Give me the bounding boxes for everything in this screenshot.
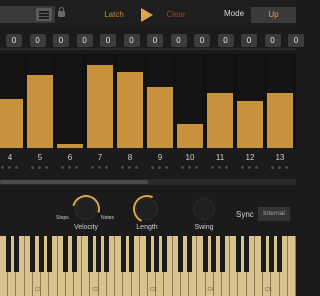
step-bar[interactable] [177,124,203,148]
black-key[interactable] [13,236,19,272]
black-key[interactable] [268,236,274,272]
black-key[interactable] [219,236,225,272]
octave-label: C1 [34,287,42,293]
step-dots[interactable] [61,166,83,170]
black-key[interactable] [129,236,135,272]
velocity-knob[interactable] [66,189,106,229]
black-key[interactable] [153,236,159,272]
step-dots[interactable] [91,166,113,170]
mode-label: Mode [224,9,245,18]
step-dots[interactable] [121,166,143,170]
black-key[interactable] [63,236,69,272]
step-number: 12 [245,153,255,162]
black-key[interactable] [120,236,126,272]
steps-label: Steps [56,215,69,221]
step-dots[interactable] [31,166,53,170]
step-value-box[interactable]: 0 [194,34,210,47]
step-lane[interactable] [57,54,83,148]
length-knob[interactable] [129,191,165,227]
black-key[interactable] [87,236,93,272]
velocity-label: Velocity [73,224,99,231]
step-value-box[interactable]: 0 [288,34,304,47]
step-value-box[interactable]: 0 [147,34,163,47]
black-key[interactable] [178,236,184,272]
black-key[interactable] [203,236,209,272]
black-key[interactable] [71,236,77,272]
step-bar[interactable] [237,101,263,148]
step-number: 4 [7,153,13,162]
play-icon[interactable] [141,8,153,22]
swing-knob[interactable] [193,198,215,220]
step-value-box[interactable]: 0 [76,34,93,47]
step-dots[interactable] [241,166,263,170]
step-bar[interactable] [147,87,173,148]
step-dots[interactable] [181,166,203,170]
divider [0,48,296,50]
octave-label: C2 [92,287,99,293]
step-number: 10 [185,153,195,162]
step-dots[interactable] [211,166,233,170]
step-bar-area[interactable] [0,54,296,148]
step-value-box[interactable]: 0 [100,34,116,47]
step-value-box[interactable]: 0 [6,34,22,47]
piano-keyboard[interactable]: C1 C2 C3 C4 C5 [0,236,296,296]
lock-icon[interactable] [58,7,65,17]
octave-label: C5 [265,287,272,293]
step-dots[interactable] [1,166,23,170]
latch-button[interactable]: Latch [97,8,131,22]
black-key[interactable] [235,236,241,272]
notes-label: Notes [101,215,115,221]
black-key[interactable] [186,236,192,272]
step-bar[interactable] [57,144,83,148]
step-bar[interactable] [267,93,293,148]
step-scrollbar-thumb[interactable] [0,180,148,184]
black-key[interactable] [260,236,266,272]
black-key[interactable] [96,236,102,272]
step-value-box[interactable]: 0 [53,34,69,47]
step-dots[interactable] [151,166,173,170]
octave-label: C4 [207,287,214,293]
step-number: 5 [37,153,43,162]
step-bar[interactable] [27,75,53,148]
step-bar[interactable] [117,72,143,148]
sync-label: Sync [236,210,254,219]
mode-select[interactable]: Up [251,7,296,23]
black-key[interactable] [161,236,167,272]
step-number: 8 [127,153,133,162]
length-label: Length [136,224,158,231]
step-value-box[interactable]: 0 [170,34,187,47]
black-key[interactable] [30,236,36,272]
step-number: 9 [157,153,163,162]
step-bar[interactable] [0,99,23,148]
step-value-box[interactable]: 0 [123,34,140,47]
black-key[interactable] [211,236,217,272]
step-number: 6 [67,153,73,162]
black-key[interactable] [104,236,110,272]
black-key[interactable] [244,236,250,272]
clear-button[interactable]: Clear [162,8,190,22]
step-value-box[interactable]: 0 [241,34,257,47]
black-key[interactable] [46,236,52,272]
swing-label: Swing [194,224,214,231]
black-key[interactable] [277,236,283,272]
step-number: 11 [215,153,225,162]
menu-icon[interactable] [36,8,52,21]
octave-label: C3 [150,287,157,293]
black-key[interactable] [145,236,151,272]
step-value-box[interactable]: 0 [264,34,281,47]
step-bar[interactable] [87,65,113,148]
step-value-box[interactable]: 0 [217,34,234,47]
black-key[interactable] [5,236,11,272]
step-number: 7 [97,153,103,162]
step-bar[interactable] [207,93,233,148]
step-value-box[interactable]: 0 [29,34,46,47]
sync-select[interactable]: Internal [258,207,290,221]
white-key[interactable] [287,236,296,296]
step-dots[interactable] [271,166,293,170]
black-key[interactable] [38,236,44,272]
step-number: 13 [275,153,285,162]
